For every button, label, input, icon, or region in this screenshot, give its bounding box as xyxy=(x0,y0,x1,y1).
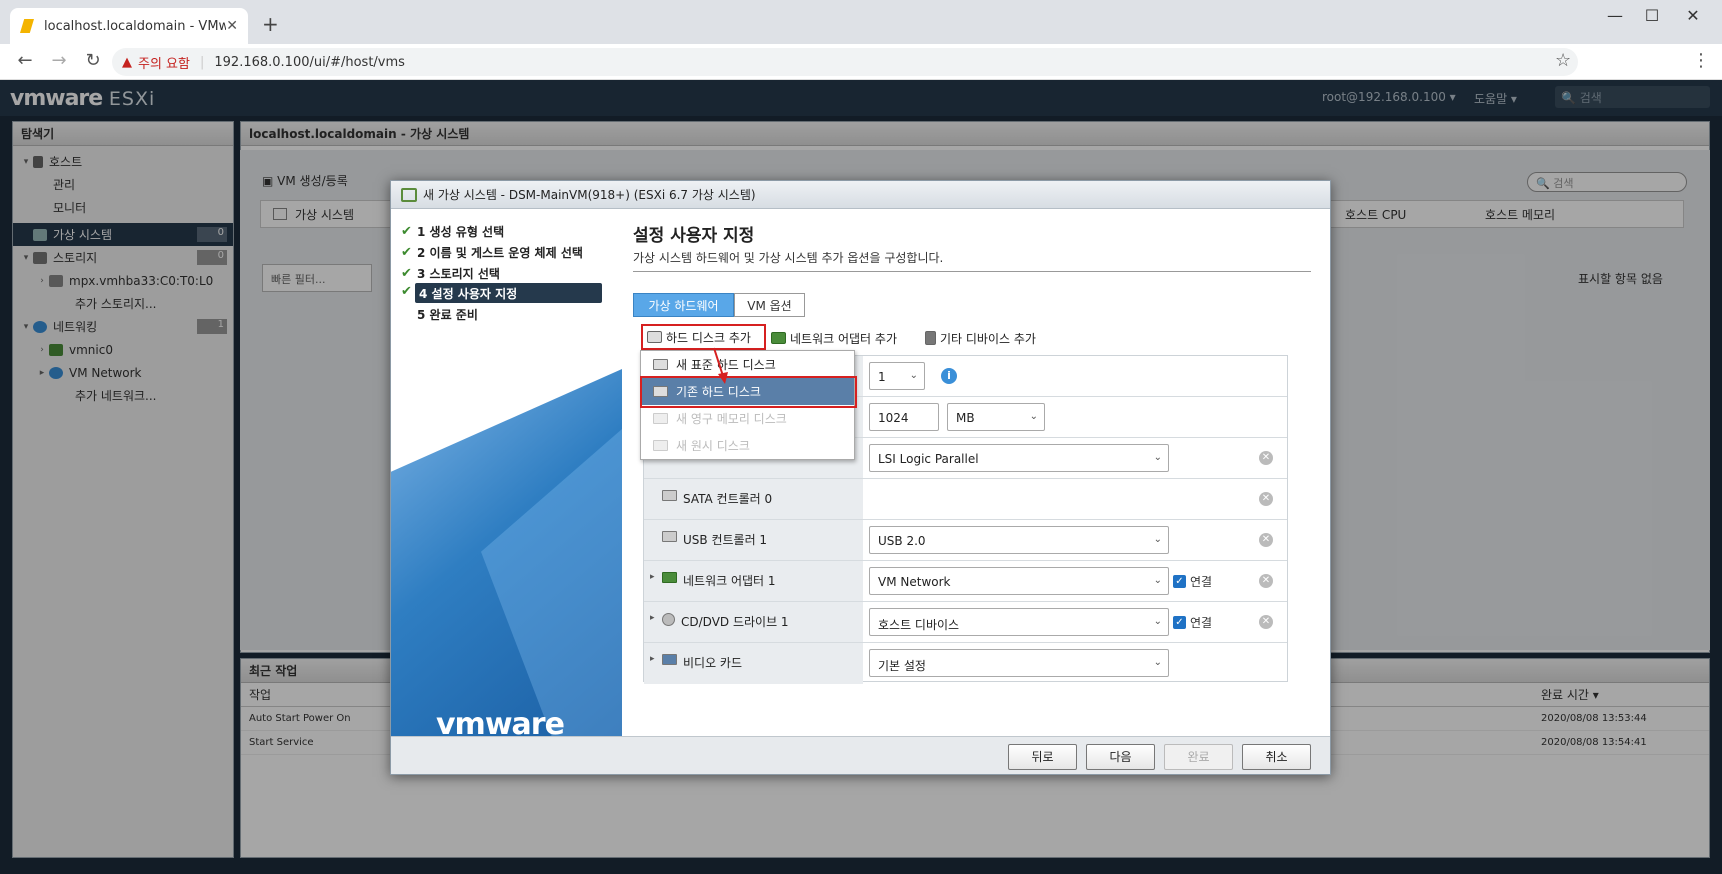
memory-input[interactable]: 1024 xyxy=(869,403,939,431)
hard-disk-icon xyxy=(653,440,668,451)
dialog-subtitle: 가상 시스템 하드웨어 및 가상 시스템 추가 옵션을 구성합니다. xyxy=(633,251,944,265)
expand-icon[interactable]: ▸ xyxy=(650,572,662,582)
highlight-box xyxy=(640,376,857,408)
wizard-step-5[interactable]: 5 완료 준비 xyxy=(397,304,478,324)
menu-item-new-raw-disk[interactable]: 새 원시 디스크 xyxy=(641,432,854,459)
cd-dvd-select[interactable]: 호스트 디바이스 ⌄ xyxy=(869,608,1169,636)
remove-icon[interactable]: ✕ xyxy=(1259,533,1273,547)
tab-virtual-hardware[interactable]: 가상 하드웨어 xyxy=(633,293,734,317)
usb-icon xyxy=(662,531,677,542)
video-card-row: ▸ 비디오 카드 기본 설정 ⌄ xyxy=(644,643,1287,684)
cd-icon xyxy=(662,613,675,626)
maximize-icon[interactable]: ☐ xyxy=(1637,6,1667,25)
nav-buttons: ← → ↻ xyxy=(8,50,110,71)
wizard-step-3[interactable]: ✔ 3 스토리지 선택 xyxy=(397,263,500,283)
close-window-icon[interactable]: ✕ xyxy=(1678,6,1708,25)
security-warning[interactable]: 주의 요함 xyxy=(138,53,190,72)
scsi-controller-select[interactable]: LSI Logic Parallel ⌄ xyxy=(869,444,1169,472)
menu-item-new-pmem-disk[interactable]: 새 영구 메모리 디스크 xyxy=(641,405,854,432)
next-button[interactable]: 다음 xyxy=(1086,744,1155,770)
browser-menu-icon[interactable]: ⋮ xyxy=(1692,50,1710,71)
dialog-title: 새 가상 시스템 - DSM-MainVM(918+) (ESXi 6.7 가상… xyxy=(423,188,756,202)
hard-disk-icon xyxy=(653,413,668,424)
warning-icon: ▲ xyxy=(122,54,132,70)
add-network-adapter-button[interactable]: 네트워크 어댑터 추가 xyxy=(771,327,897,349)
checkbox-icon: ✓ xyxy=(1173,575,1186,588)
wizard-steps-panel: vmware ✔ 1 생성 유형 선택 ✔ 2 이름 및 게스트 운영 체제 선택 … xyxy=(391,209,622,742)
remove-icon[interactable]: ✕ xyxy=(1259,615,1273,629)
remove-icon[interactable]: ✕ xyxy=(1259,492,1273,506)
finish-button[interactable]: 완료 xyxy=(1164,744,1233,770)
forward-icon[interactable]: → xyxy=(42,50,76,71)
new-tab-button[interactable]: + xyxy=(262,12,279,36)
bookmark-star-icon[interactable]: ☆ xyxy=(1555,50,1571,71)
browser-tab[interactable]: localhost.localdomain - VMware ✕ xyxy=(10,8,248,44)
add-other-device-button[interactable]: 기타 디바이스 추가 xyxy=(925,327,1036,349)
nic-icon xyxy=(771,332,786,344)
menu-item-new-standard-disk[interactable]: 새 표준 하드 디스크 xyxy=(641,351,854,378)
divider: | xyxy=(199,54,205,70)
back-icon[interactable]: ← xyxy=(8,50,42,71)
url-text[interactable]: 192.168.0.100/ui/#/host/vms xyxy=(214,55,405,70)
address-bar[interactable]: ▲ 주의 요함 | 192.168.0.100/ui/#/host/vms xyxy=(112,48,1578,76)
expand-icon[interactable]: ▸ xyxy=(650,613,662,623)
dialog-footer: 뒤로 다음 완료 취소 xyxy=(391,736,1330,774)
check-icon: ✔ xyxy=(401,223,412,239)
tab-bar xyxy=(0,0,1722,44)
checkbox-icon: ✓ xyxy=(1173,616,1186,629)
close-tab-icon[interactable]: ✕ xyxy=(226,18,238,34)
info-icon[interactable]: i xyxy=(941,368,957,384)
cd-dvd-row: ▸ CD/DVD 드라이브 1 호스트 디바이스 ⌄ ✓ 연결 ✕ xyxy=(644,602,1287,643)
cancel-button[interactable]: 취소 xyxy=(1242,744,1311,770)
wizard-step-1[interactable]: ✔ 1 생성 유형 선택 xyxy=(397,221,504,241)
tab-title: localhost.localdomain - VMware xyxy=(44,18,227,34)
memory-unit-select[interactable]: MB ⌄ xyxy=(947,403,1045,431)
dialog-titlebar: 새 가상 시스템 - DSM-MainVM(918+) (ESXi 6.7 가상… xyxy=(391,181,1330,209)
remove-icon[interactable]: ✕ xyxy=(1259,574,1273,588)
nic-connect-checkbox[interactable]: ✓ 연결 xyxy=(1173,573,1212,590)
check-icon: ✔ xyxy=(401,244,412,260)
tab-vm-options[interactable]: VM 옵션 xyxy=(734,293,805,317)
wizard-step-4[interactable]: 4 설정 사용자 지정 xyxy=(415,283,602,303)
monitor-icon xyxy=(662,654,677,665)
annotation-arrow-icon xyxy=(713,347,728,384)
divider xyxy=(633,271,1311,272)
hard-disk-icon xyxy=(653,359,668,370)
expand-icon[interactable]: ▸ xyxy=(650,654,662,664)
device-icon xyxy=(925,331,936,345)
reload-icon[interactable]: ↻ xyxy=(76,50,110,71)
favicon-icon xyxy=(20,19,34,33)
add-hard-disk-button[interactable]: 하드 디스크 추가 xyxy=(641,324,766,350)
wizard-step-2[interactable]: ✔ 2 이름 및 게스트 운영 체제 선택 xyxy=(397,242,583,262)
back-button[interactable]: 뒤로 xyxy=(1008,744,1077,770)
minimize-icon[interactable]: — xyxy=(1600,6,1630,25)
sata-row: SATA 컨트롤러 0 ✕ xyxy=(644,479,1287,520)
network-adapter-row: ▸ 네트워크 어댑터 1 VM Network ⌄ ✓ 연결 ✕ xyxy=(644,561,1287,602)
network-select[interactable]: VM Network ⌄ xyxy=(869,567,1169,595)
dialog-heading: 설정 사용자 지정 xyxy=(633,226,755,246)
usb-row: USB 컨트롤러 1 USB 2.0 ⌄ ✕ xyxy=(644,520,1287,561)
cd-connect-checkbox[interactable]: ✓ 연결 xyxy=(1173,614,1212,631)
usb-controller-select[interactable]: USB 2.0 ⌄ xyxy=(869,526,1169,554)
nic-icon xyxy=(662,572,677,583)
video-card-select[interactable]: 기본 설정 ⌄ xyxy=(869,649,1169,677)
new-vm-dialog: 새 가상 시스템 - DSM-MainVM(918+) (ESXi 6.7 가상… xyxy=(390,180,1331,775)
hard-disk-icon xyxy=(647,331,662,343)
remove-icon[interactable]: ✕ xyxy=(1259,451,1273,465)
sata-icon xyxy=(662,490,677,501)
check-icon: ✔ xyxy=(401,265,412,281)
cpu-select[interactable]: 1 ⌄ xyxy=(869,362,925,390)
new-vm-icon xyxy=(401,187,417,202)
